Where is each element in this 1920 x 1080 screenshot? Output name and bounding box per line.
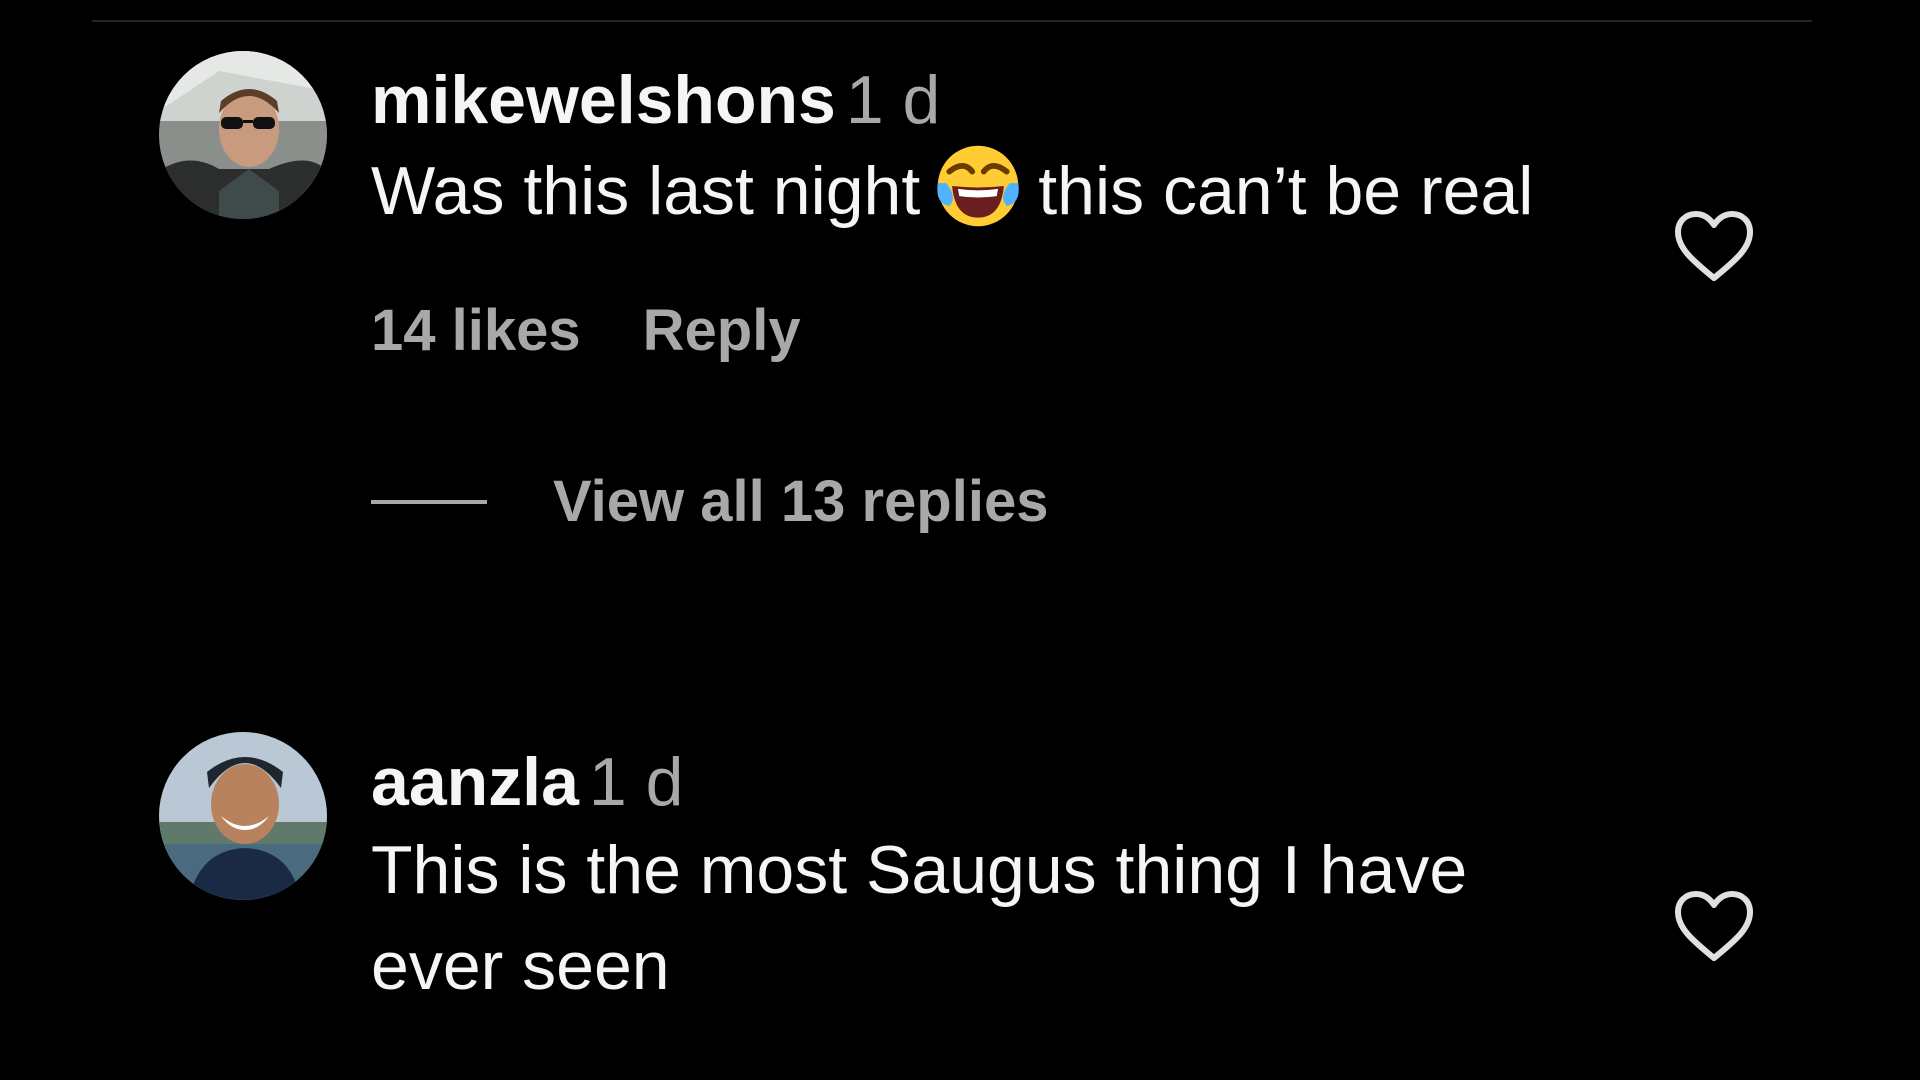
- comment-header: aanzla 1 d: [371, 742, 1611, 822]
- heart-icon[interactable]: [1672, 888, 1756, 964]
- comment-actions: 14 likes Reply: [371, 297, 1611, 364]
- avatar[interactable]: [159, 732, 327, 900]
- face-with-tears-of-joy-icon: [937, 145, 1019, 227]
- comment-text: Was this last night this can’t be real: [371, 140, 1611, 239]
- view-replies-label: View all 13 replies: [553, 469, 1049, 534]
- avatar[interactable]: [159, 51, 327, 219]
- comments-panel: mikewelshons 1 d Was this last night this…: [0, 0, 1920, 1080]
- view-replies-button[interactable]: View all 13 replies: [371, 468, 1611, 535]
- likes-count[interactable]: 14 likes: [371, 298, 581, 363]
- timestamp: 1 d: [588, 744, 684, 820]
- username-link[interactable]: mikewelshons: [371, 62, 836, 138]
- comment-header: mikewelshons 1 d: [371, 60, 1611, 140]
- reply-button[interactable]: Reply: [643, 298, 801, 363]
- comment-text: This is the most Saugus thing I have eve…: [371, 832, 1468, 1004]
- avatar-photo: [159, 732, 327, 900]
- username-link[interactable]: aanzla: [371, 744, 579, 820]
- timestamp: 1 d: [845, 62, 941, 138]
- comment-text-part: Was this last night: [371, 153, 921, 229]
- divider: [92, 20, 1812, 22]
- heart-icon[interactable]: [1672, 208, 1756, 284]
- avatar-photo: [159, 51, 327, 219]
- comment-text-part: this can’t be real: [1038, 153, 1534, 229]
- replies-line: [371, 499, 487, 504]
